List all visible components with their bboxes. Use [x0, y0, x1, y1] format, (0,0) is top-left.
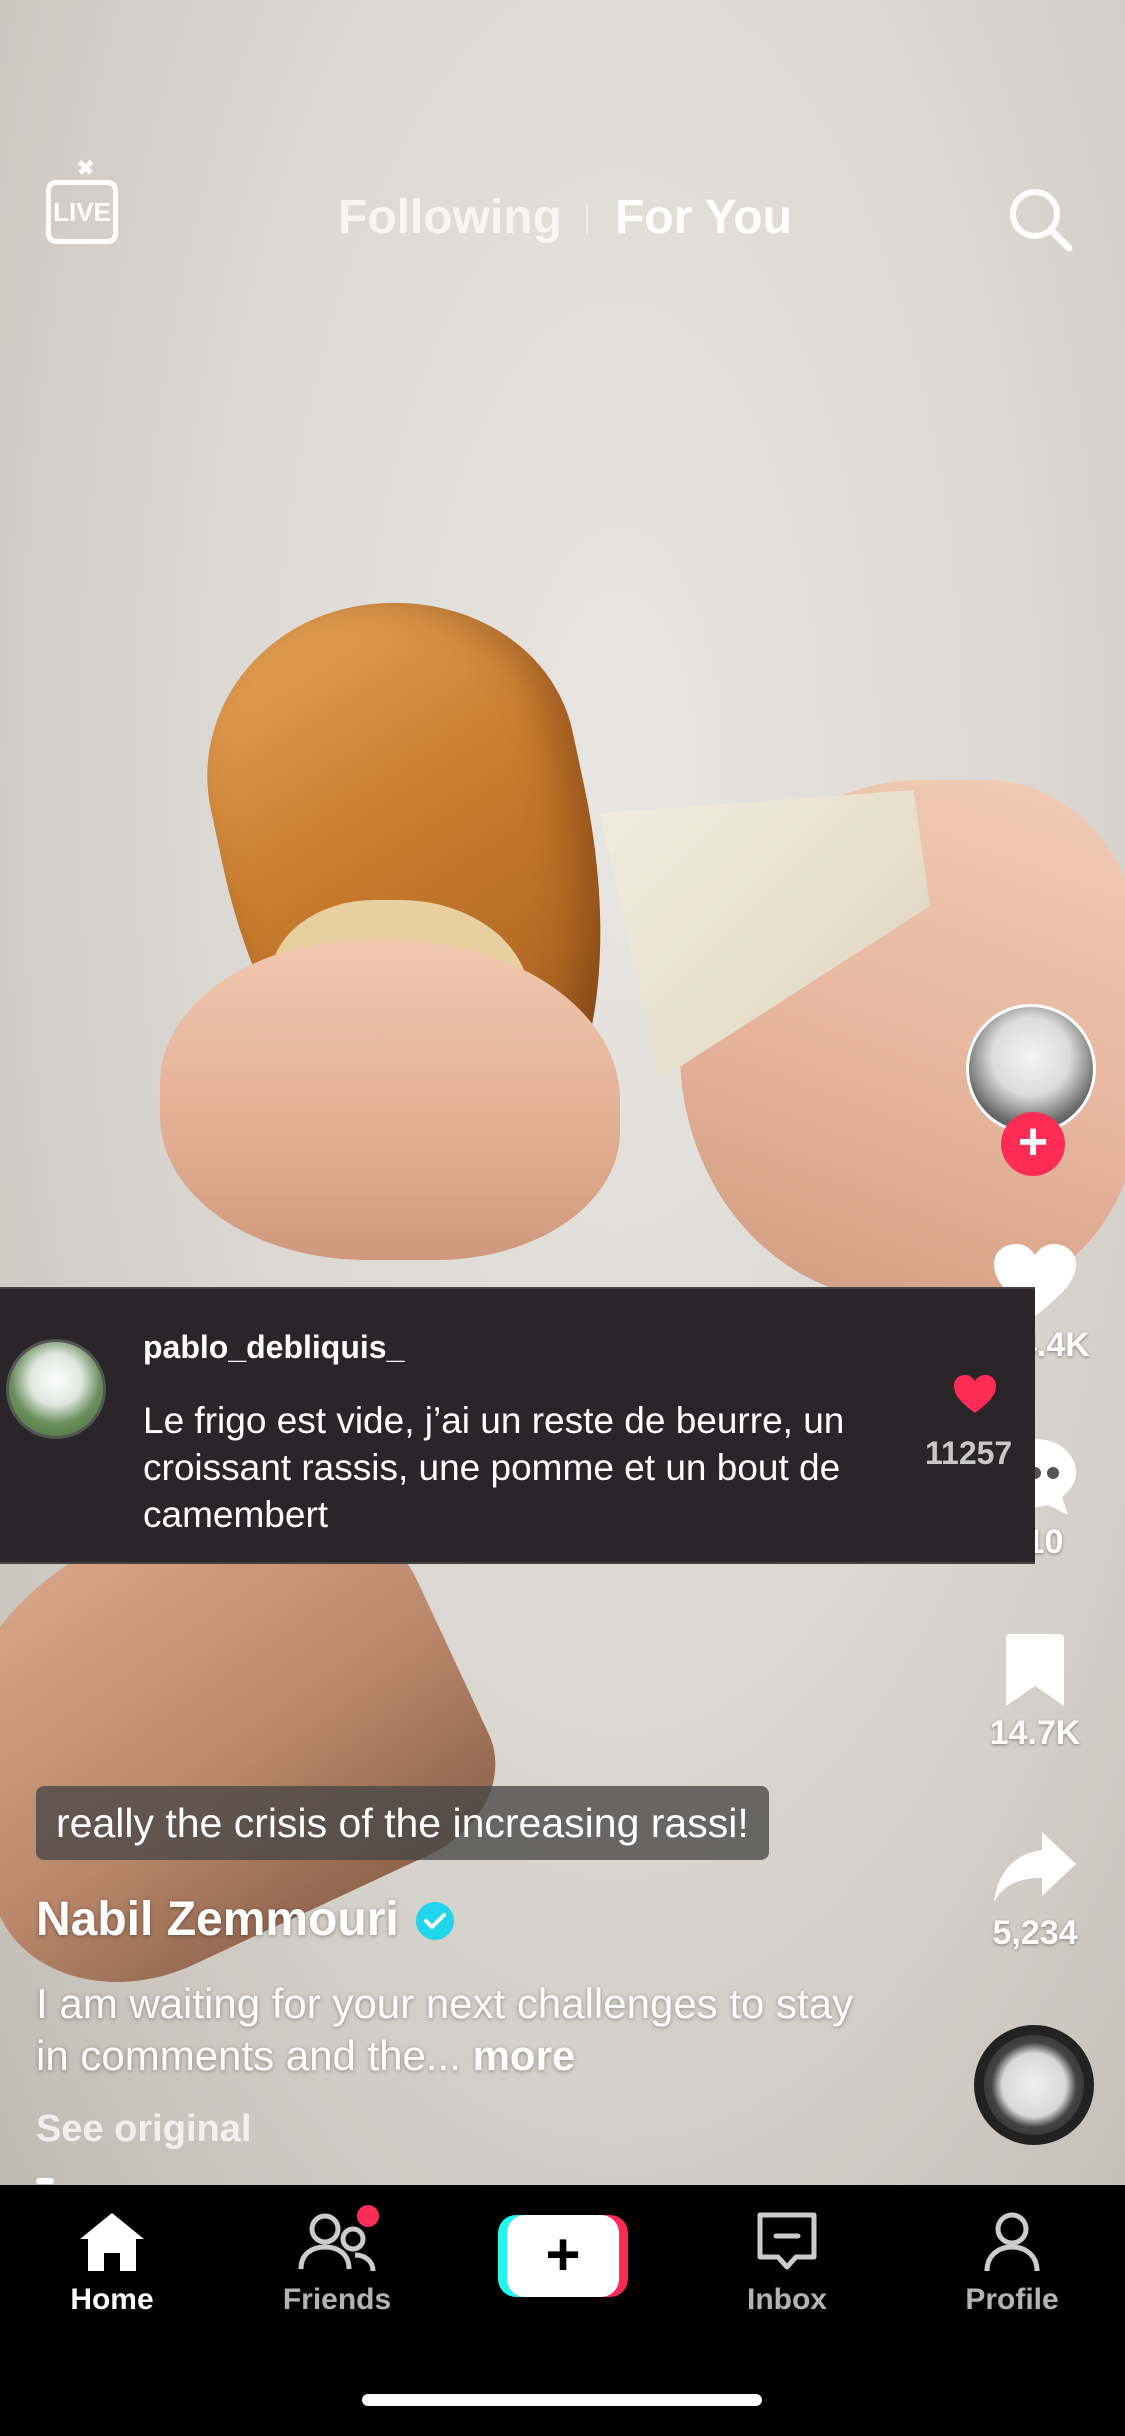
nav-profile[interactable]: Profile: [922, 2209, 1102, 2317]
save-button[interactable]: 14.7K: [950, 1632, 1120, 1753]
live-icon[interactable]: LIVE: [46, 180, 118, 244]
video-progress[interactable]: [36, 2178, 54, 2184]
share-count: 5,234: [992, 1914, 1078, 1952]
tab-following[interactable]: Following: [338, 190, 562, 245]
comment-overlay[interactable]: pablo_debliquis_ Le frigo est vide, j’ai…: [0, 1287, 1035, 1564]
inbox-icon: [757, 2212, 817, 2270]
search-icon[interactable]: [1005, 184, 1075, 254]
caption-text: I am waiting for your next challenges to…: [36, 1980, 854, 2079]
follow-plus-icon[interactable]: +: [1001, 1112, 1065, 1176]
bookmark-icon: [1006, 1634, 1064, 1706]
top-nav: LIVE Following For You: [0, 170, 1125, 270]
comment-username[interactable]: pablo_debliquis_: [143, 1329, 404, 1366]
create-button[interactable]: +: [498, 2215, 628, 2297]
translation-banner: really the crisis of the increasing rass…: [36, 1786, 769, 1860]
tab-divider: [586, 204, 588, 234]
verified-badge-icon: [416, 1902, 454, 1940]
tab-for-you[interactable]: For You: [615, 190, 792, 245]
notification-dot: [357, 2205, 379, 2227]
nav-home-label: Home: [70, 2283, 154, 2316]
action-bar: + 264.4K 910 14.7K 5,234: [950, 1000, 1120, 2150]
nav-friends-label: Friends: [282, 2283, 392, 2316]
comment-text: Le frigo est vide, j’ai un reste de beur…: [143, 1400, 845, 1535]
nav-inbox-label: Inbox: [747, 2283, 827, 2316]
comment-avatar[interactable]: [6, 1339, 106, 1439]
video-hand-left: [160, 940, 620, 1260]
save-count: 14.7K: [989, 1714, 1081, 1752]
nav-profile-label: Profile: [965, 2283, 1059, 2316]
comment-heart-icon[interactable]: [952, 1373, 998, 1415]
home-icon: [80, 2213, 144, 2271]
nav-home[interactable]: Home: [22, 2209, 202, 2317]
share-button[interactable]: 5,234: [950, 1828, 1120, 1953]
author-name[interactable]: Nabil Zemmouri: [36, 1892, 399, 1947]
share-icon: [994, 1832, 1076, 1902]
profile-icon: [984, 2212, 1040, 2272]
music-disc[interactable]: [974, 2025, 1094, 2145]
comment-like-count: 11257: [925, 1435, 1013, 1471]
more-link[interactable]: more: [473, 2032, 576, 2079]
nav-inbox[interactable]: Inbox: [697, 2209, 877, 2317]
see-original-link[interactable]: See original: [36, 2108, 251, 2151]
caption: I am waiting for your next challenges to…: [36, 1978, 866, 2082]
nav-friends[interactable]: Friends: [247, 2205, 427, 2317]
plus-icon: +: [507, 2215, 619, 2297]
home-indicator[interactable]: [362, 2394, 762, 2406]
